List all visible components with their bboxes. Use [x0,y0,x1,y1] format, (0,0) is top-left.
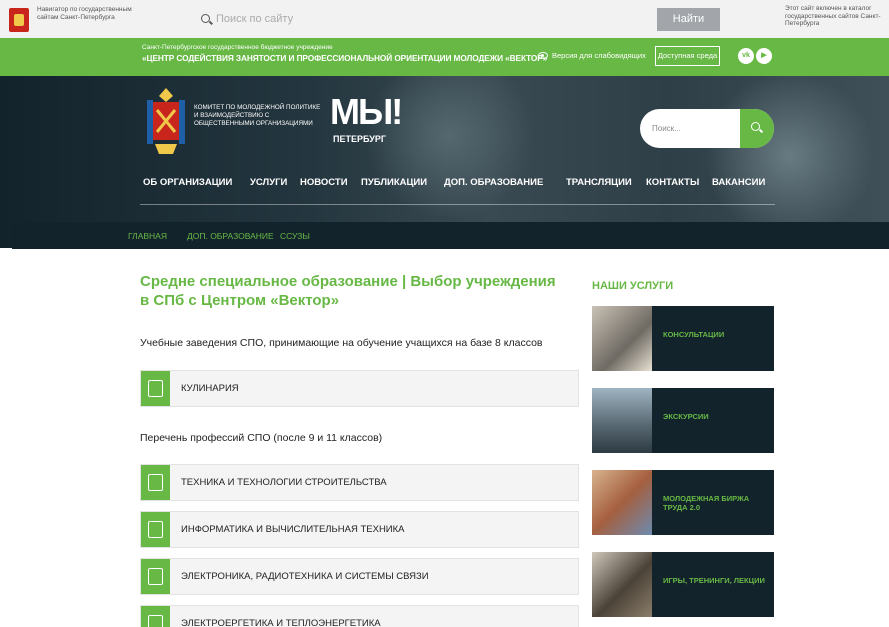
accordion-item-electronics[interactable]: ЭЛЕКТРОНИКА, РАДИОТЕХНИКА И СИСТЕМЫ СВЯЗ… [140,558,579,595]
coat-of-arms-icon[interactable] [145,88,187,156]
section-heading-professions: Перечень профессий СПО (после 9 и 11 кла… [140,432,383,444]
org-bar: Санкт-Петербургское государственное бюдж… [0,38,889,76]
service-photo [592,470,652,535]
nav-item-news[interactable]: НОВОСТИ [300,177,348,188]
nav-divider [140,204,775,205]
accordion-item-informatics[interactable]: ИНФОРМАТИКА И ВЫЧИСЛИТЕЛЬНАЯ ТЕХНИКА [140,511,579,548]
gov-navigator-link[interactable]: Навигатор по государственным сайтам Санк… [37,6,137,21]
spb-emblem-icon[interactable] [9,8,29,32]
youtube-icon[interactable]: ▶ [756,48,772,64]
radio-tower-icon [141,559,170,594]
crane-icon [141,465,170,500]
nav-item-additional-education[interactable]: ДОП. ОБРАЗОВАНИЕ [444,177,543,188]
service-label: МОЛОДЕЖНАЯ БИРЖА ТРУДА 2.0 [663,494,750,512]
cake-icon [141,371,170,406]
service-card-youth-job-fair[interactable]: МОЛОДЕЖНАЯ БИРЖА ТРУДА 2.0 [592,470,774,535]
nav-item-publications[interactable]: ПУБЛИКАЦИИ [361,177,427,188]
service-card-games-trainings[interactable]: ИГРЫ, ТРЕНИНГИ, ЛЕКЦИИ [592,552,774,617]
service-label: ЭКСКУРСИИ [663,412,709,421]
nav-item-vacancies[interactable]: ВАКАНСИИ [712,177,765,188]
nav-item-about[interactable]: ОБ ОРГАНИЗАЦИИ [143,177,232,188]
service-photo [592,388,652,453]
vk-icon[interactable]: vk [738,48,754,64]
accordion-label: КУЛИНАРИЯ [181,383,239,394]
nav-item-contacts[interactable]: КОНТАКТЫ [646,177,699,188]
breadcrumb-home[interactable]: ГЛАВНАЯ [128,231,167,241]
accordion-label: ЭЛЕКТРОЕРГЕТИКА И ТЕПЛОЭНЕРГЕТИКА [181,618,381,627]
section-heading-8-grade: Учебные заведения СПО, принимающие на об… [140,337,543,349]
sidebar-title: НАШИ УСЛУГИ [592,280,674,292]
accordion-item-culinary[interactable]: КУЛИНАРИЯ [140,370,579,407]
accessible-environment-button[interactable]: Доступная среда [655,46,720,66]
hero-search-placeholder: Поиск... [652,124,681,133]
service-card-consultations[interactable]: КОНСУЛЬТАЦИИ [592,306,774,371]
breadcrumb-additional-education[interactable]: ДОП. ОБРАЗОВАНИЕ [187,231,274,241]
accordion-item-construction[interactable]: ТЕХНИКА И ТЕХНОЛОГИИ СТРОИТЕЛЬСТВА [140,464,579,501]
site-search-placeholder: Поиск по сайту [216,13,294,25]
eye-icon[interactable] [538,52,548,59]
computer-icon [141,512,170,547]
accordion-label: ТЕХНИКА И ТЕХНОЛОГИИ СТРОИТЕЛЬСТВА [181,477,387,488]
low-vision-link[interactable]: Версия для слабовидящих [552,51,646,60]
energy-icon [141,606,170,627]
service-card-excursions[interactable]: ЭКСКУРСИИ [592,388,774,453]
breadcrumb-colleges[interactable]: ССУЗЫ [280,231,310,241]
my-peterburg-logo-sub: ПЕТЕРБУРГ [333,134,386,144]
nav-item-services[interactable]: УСЛУГИ [250,177,287,188]
search-icon [201,14,210,23]
service-photo [592,306,652,371]
nav-item-broadcasts[interactable]: ТРАНСЛЯЦИИ [566,177,632,188]
org-type: Санкт-Петербургское государственное бюдж… [142,44,333,51]
service-label: ИГРЫ, ТРЕНИНГИ, ЛЕКЦИИ [663,576,765,585]
service-label: КОНСУЛЬТАЦИИ [663,330,725,339]
service-photo [592,552,652,617]
search-icon [751,122,760,131]
find-button[interactable]: Найти [657,8,720,31]
committee-name[interactable]: КОМИТЕТ ПО МОЛОДЕЖНОЙ ПОЛИТИКЕ И ВЗАИМОД… [194,104,324,127]
accordion-label: ИНФОРМАТИКА И ВЫЧИСЛИТЕЛЬНАЯ ТЕХНИКА [181,524,405,535]
page-title: Средне специальное образование | Выбор у… [140,273,556,309]
accordion-item-energy[interactable]: ЭЛЕКТРОЕРГЕТИКА И ТЕПЛОЭНЕРГЕТИКА [140,605,579,627]
hero-background [700,76,880,236]
my-peterburg-logo[interactable]: МЫ! [330,94,403,130]
org-name[interactable]: «ЦЕНТР СОДЕЙСТВИЯ ЗАНЯТОСТИ И ПРОФЕССИОН… [142,53,547,63]
accordion-label: ЭЛЕКТРОНИКА, РАДИОТЕХНИКА И СИСТЕМЫ СВЯЗ… [181,571,429,582]
catalog-note[interactable]: Этот сайт включен в каталог государствен… [785,5,889,28]
gov-top-bar: Навигатор по государственным сайтам Санк… [0,0,889,38]
breadcrumb: ГЛАВНАЯ ДОП. ОБРАЗОВАНИЕ ССУЗЫ [12,222,889,249]
